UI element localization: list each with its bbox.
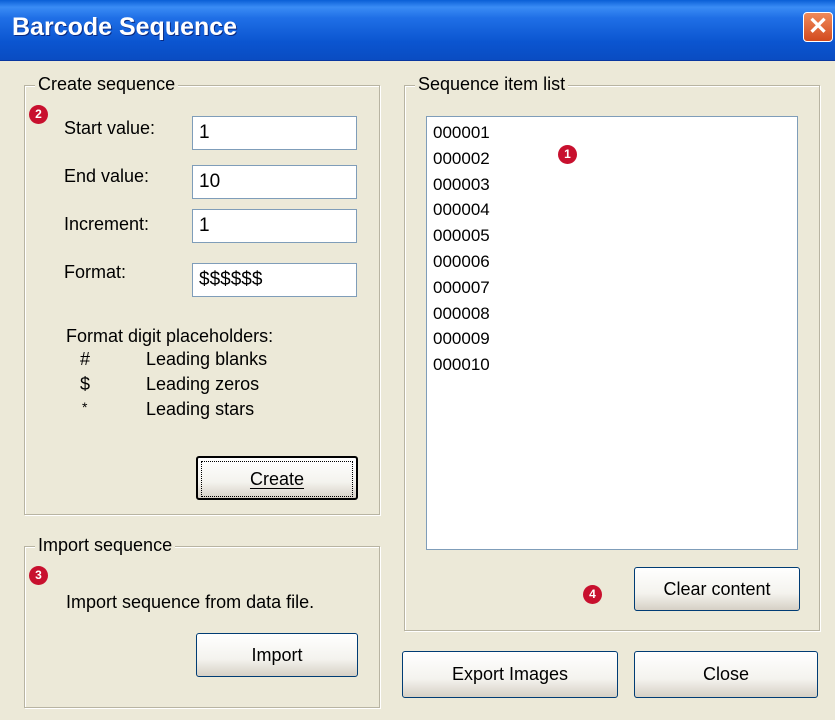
- placeholder-symbol-zeros: $: [80, 374, 91, 394]
- end-value-label: End value:: [64, 166, 150, 186]
- barcode-sequence-dialog: Barcode Sequence ✕ Create sequence 2 Sta…: [0, 0, 835, 720]
- placeholder-symbol-stars: *: [82, 399, 88, 415]
- placeholder-desc-zeros: Leading zeros: [146, 374, 260, 394]
- format-label: Format:: [64, 262, 127, 282]
- list-item[interactable]: 000003: [427, 172, 797, 198]
- import-sequence-group: Import sequence: [24, 535, 380, 708]
- placeholder-symbol-blanks: #: [80, 349, 91, 369]
- close-icon: ✕: [807, 13, 829, 40]
- list-item[interactable]: 000009: [427, 326, 797, 352]
- callout-badge-2: 2: [29, 105, 48, 124]
- list-item[interactable]: 000005: [427, 223, 797, 249]
- placeholders-title: Format digit placeholders:: [66, 326, 274, 346]
- import-description: Import sequence from data file.: [66, 592, 315, 612]
- list-item[interactable]: 000006: [427, 249, 797, 275]
- increment-label: Increment:: [64, 214, 150, 234]
- close-button-label: Close: [702, 664, 750, 684]
- create-button-label: Create: [249, 469, 305, 489]
- import-button-label: Import: [251, 645, 303, 665]
- callout-badge-3: 3: [29, 566, 48, 585]
- list-item[interactable]: 000010: [427, 352, 797, 378]
- placeholder-desc-stars: Leading stars: [146, 399, 255, 419]
- callout-badge-4: 4: [583, 585, 602, 604]
- clear-content-button[interactable]: Clear content: [634, 567, 800, 611]
- export-images-button[interactable]: Export Images: [402, 651, 618, 698]
- import-sequence-title: Import sequence: [35, 535, 176, 556]
- list-item[interactable]: 000001: [427, 120, 797, 146]
- placeholder-desc-blanks: Leading blanks: [146, 349, 268, 369]
- title-bar[interactable]: Barcode Sequence ✕: [0, 0, 835, 61]
- close-window-button[interactable]: ✕: [803, 12, 833, 42]
- close-button[interactable]: Close: [634, 651, 818, 698]
- callout-badge-1: 1: [558, 145, 577, 164]
- increment-field[interactable]: 1: [192, 209, 357, 243]
- list-item[interactable]: 000002: [427, 146, 797, 172]
- start-value-field[interactable]: 1: [192, 116, 357, 150]
- clear-content-button-label: Clear content: [663, 579, 771, 599]
- import-button[interactable]: Import: [196, 633, 358, 677]
- sequence-list-title: Sequence item list: [415, 74, 569, 95]
- list-item[interactable]: 000007: [427, 275, 797, 301]
- window-title: Barcode Sequence: [12, 13, 238, 41]
- sequence-item-listbox[interactable]: 000001 000002 000003 000004 000005 00000…: [426, 116, 798, 550]
- create-button[interactable]: Create: [196, 456, 358, 500]
- export-images-button-label: Export Images: [451, 664, 569, 684]
- end-value-field[interactable]: 10: [192, 165, 357, 199]
- start-value-label: Start value:: [64, 118, 156, 138]
- list-item[interactable]: 000008: [427, 301, 797, 327]
- sequence-items: 000001 000002 000003 000004 000005 00000…: [427, 117, 797, 378]
- format-field[interactable]: $$$$$$: [192, 263, 357, 297]
- list-item[interactable]: 000004: [427, 197, 797, 223]
- create-sequence-title: Create sequence: [35, 74, 179, 95]
